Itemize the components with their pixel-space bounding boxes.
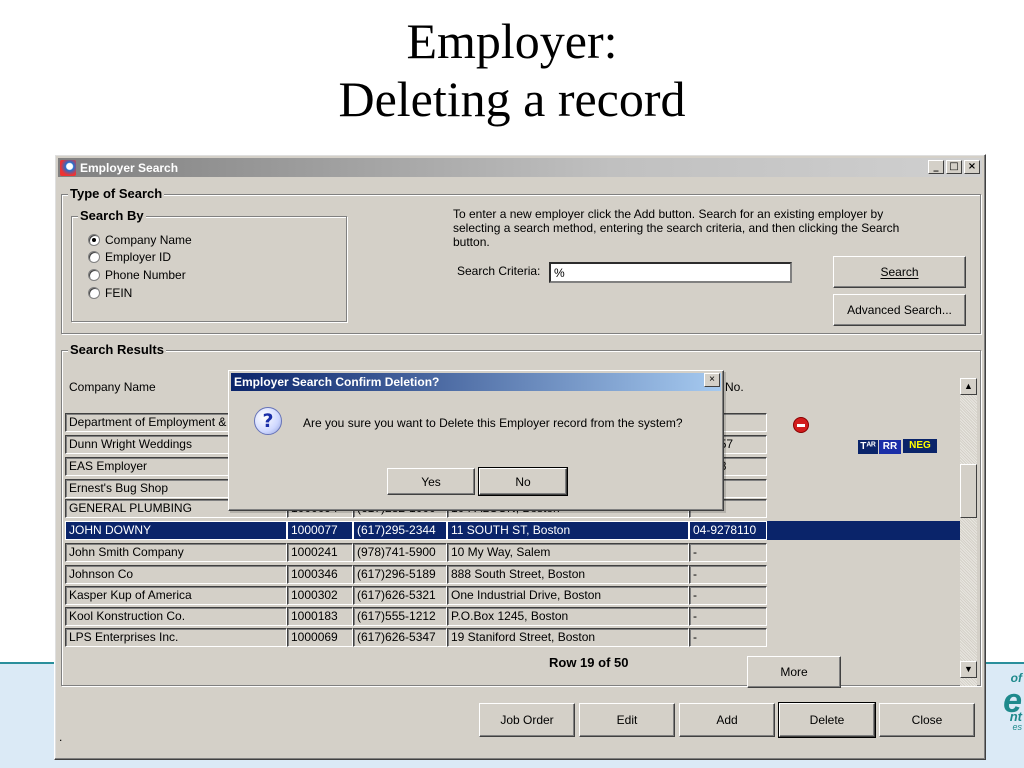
- column-header-fein: No.: [725, 380, 744, 394]
- dialog-yes-button[interactable]: Yes: [387, 468, 475, 495]
- results-scrollbar[interactable]: ▲ ▼: [960, 378, 977, 686]
- cell-fein: -: [689, 586, 767, 605]
- search-instructions: To enter a new employer click the Add bu…: [453, 207, 900, 249]
- radio-button[interactable]: [88, 287, 100, 299]
- cell-company: John Smith Company: [65, 543, 287, 562]
- cell-address: 10 My Way, Salem: [447, 543, 689, 562]
- cell-company: Johnson Co: [65, 565, 287, 584]
- search-criteria-label: Search Criteria:: [457, 264, 541, 278]
- stop-sign-icon: [793, 417, 809, 433]
- delete-button[interactable]: Delete: [778, 702, 876, 738]
- column-header-company-name: Company Name: [69, 380, 156, 394]
- dialog-title: Employer Search Confirm Deletion?: [234, 375, 440, 389]
- radio-employer-id[interactable]: Employer ID: [88, 250, 171, 264]
- cell-address: P.O.Box 1245, Boston: [447, 607, 689, 626]
- status-text: .: [59, 730, 63, 744]
- minimize-button[interactable]: _: [928, 160, 944, 174]
- cell-company: JOHN DOWNY: [65, 521, 287, 540]
- radio-phone-number[interactable]: Phone Number: [88, 268, 186, 282]
- table-row-selected[interactable]: JOHN DOWNY 1000077 (617)295-2344 11 SOUT…: [65, 521, 965, 540]
- radio-company-name[interactable]: Company Name: [88, 233, 192, 247]
- row-counter: Row 19 of 50: [549, 655, 629, 670]
- type-of-search-label: Type of Search: [68, 186, 165, 201]
- cell-fein: 04-9278110: [689, 521, 767, 540]
- job-order-button[interactable]: Job Order: [479, 703, 575, 737]
- type-of-search-group: Type of Search Search By Company Name Em…: [61, 186, 981, 334]
- cell-company: Kool Konstruction Co.: [65, 607, 287, 626]
- slide-title-line-2: Deleting a record: [338, 71, 686, 127]
- cell-fein: -: [689, 543, 767, 562]
- question-icon: ?: [254, 407, 282, 435]
- search-criteria-input[interactable]: [549, 262, 792, 283]
- window-titlebar[interactable]: Employer Search _ □ ×: [58, 158, 982, 177]
- cell-phone: (617)626-5321: [353, 586, 447, 605]
- advanced-search-button[interactable]: Advanced Search...: [833, 294, 966, 326]
- cell-id: 1000069: [287, 628, 353, 647]
- dialog-no-button[interactable]: No: [478, 467, 568, 496]
- add-button[interactable]: Add: [679, 703, 775, 737]
- cell-phone: (617)555-1212: [353, 607, 447, 626]
- cell-id: 1000077: [287, 521, 353, 540]
- scroll-up-button[interactable]: ▲: [960, 378, 977, 395]
- table-row[interactable]: Kool Konstruction Co. 1000183 (617)555-1…: [65, 607, 767, 626]
- app-icon: [60, 159, 76, 176]
- cell-id: 1000183: [287, 607, 353, 626]
- cell-address: 888 South Street, Boston: [447, 565, 689, 584]
- cell-phone: (617)296-5189: [353, 565, 447, 584]
- dialog-message: Are you sure you want to Delete this Emp…: [303, 416, 683, 430]
- table-row[interactable]: John Smith Company 1000241 (978)741-5900…: [65, 543, 767, 562]
- cell-fein: -: [689, 565, 767, 584]
- more-button[interactable]: More: [747, 656, 841, 688]
- cell-address: 19 Staniford Street, Boston: [447, 628, 689, 647]
- maximize-button[interactable]: □: [946, 160, 962, 174]
- cell-company: LPS Enterprises Inc.: [65, 628, 287, 647]
- dialog-titlebar[interactable]: Employer Search Confirm Deletion?: [231, 373, 721, 391]
- cell-address: One Industrial Drive, Boston: [447, 586, 689, 605]
- close-window-button[interactable]: Close: [879, 703, 975, 737]
- scroll-down-button[interactable]: ▼: [960, 661, 977, 678]
- slide-title: Employer: Deleting a record: [0, 12, 1024, 128]
- cell-id: 1000346: [287, 565, 353, 584]
- tar-badge: Tᴬᴿ: [858, 440, 878, 454]
- employer-search-window: Employer Search _ □ × Type of Search Sea…: [54, 154, 986, 760]
- cell-id: 1000241: [287, 543, 353, 562]
- cell-phone: (978)741-5900: [353, 543, 447, 562]
- radio-button[interactable]: [88, 269, 100, 281]
- edit-button[interactable]: Edit: [579, 703, 675, 737]
- scroll-thumb[interactable]: [960, 464, 977, 518]
- cell-fein: -: [689, 628, 767, 647]
- search-by-group: Search By Company Name Employer ID Phone…: [71, 208, 347, 322]
- cell-address: 11 SOUTH ST, Boston: [447, 521, 689, 540]
- cell-phone: (617)295-2344: [353, 521, 447, 540]
- dialog-close-button[interactable]: ×: [704, 373, 720, 387]
- window-title: Employer Search: [80, 160, 179, 175]
- close-button[interactable]: ×: [964, 160, 980, 174]
- search-results-label: Search Results: [68, 342, 166, 357]
- rr-badge: RR: [879, 440, 901, 454]
- cell-phone: (617)626-5347: [353, 628, 447, 647]
- confirm-deletion-dialog: Employer Search Confirm Deletion? × ? Ar…: [228, 370, 724, 511]
- cell-fein: -: [689, 607, 767, 626]
- search-by-label: Search By: [78, 208, 146, 223]
- table-row[interactable]: Kasper Kup of America 1000302 (617)626-5…: [65, 586, 767, 605]
- table-row[interactable]: Johnson Co 1000346 (617)296-5189 888 Sou…: [65, 565, 767, 584]
- radio-fein[interactable]: FEIN: [88, 286, 132, 300]
- radio-button[interactable]: [88, 234, 100, 246]
- cell-id: 1000302: [287, 586, 353, 605]
- neg-badge: NEG: [903, 439, 937, 453]
- search-button[interactable]: Search: [833, 256, 966, 288]
- table-row[interactable]: LPS Enterprises Inc. 1000069 (617)626-53…: [65, 628, 767, 647]
- cell-company: Kasper Kup of America: [65, 586, 287, 605]
- radio-button[interactable]: [88, 251, 100, 263]
- slide-logo: of e nt es: [1003, 671, 1022, 732]
- slide-title-line-1: Employer:: [406, 13, 618, 69]
